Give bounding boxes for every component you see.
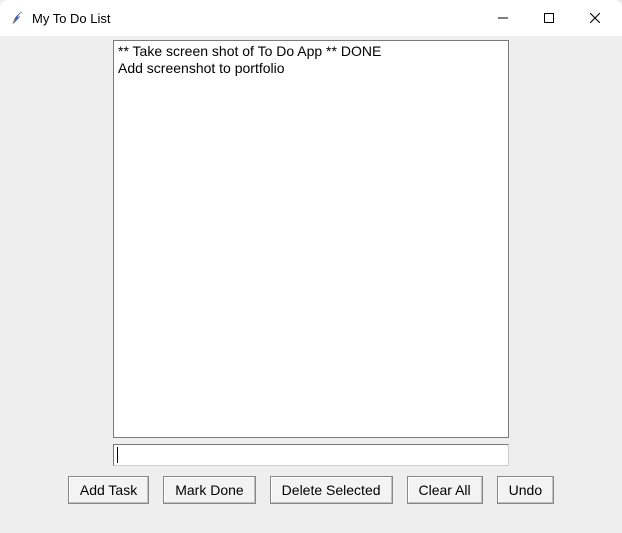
button-row: Add Task Mark Done Delete Selected Clear…: [68, 476, 554, 504]
clear-all-button[interactable]: Clear All: [407, 476, 483, 504]
text-cursor: [117, 447, 118, 463]
add-task-button[interactable]: Add Task: [68, 476, 149, 504]
close-button[interactable]: [572, 3, 618, 33]
window-title: My To Do List: [32, 11, 111, 26]
feather-icon: [10, 10, 26, 26]
app-window: My To Do List ** Take screen shot of To …: [0, 0, 622, 533]
titlebar: My To Do List: [0, 0, 622, 36]
delete-selected-button[interactable]: Delete Selected: [270, 476, 393, 504]
client-area: ** Take screen shot of To Do App ** DONE…: [0, 36, 622, 533]
maximize-button[interactable]: [526, 3, 572, 33]
task-entry[interactable]: [113, 444, 509, 466]
undo-button[interactable]: Undo: [497, 476, 554, 504]
task-listbox[interactable]: ** Take screen shot of To Do App ** DONE…: [113, 40, 509, 438]
minimize-button[interactable]: [480, 3, 526, 33]
list-item[interactable]: Add screenshot to portfolio: [118, 60, 504, 77]
mark-done-button[interactable]: Mark Done: [163, 476, 255, 504]
list-item[interactable]: ** Take screen shot of To Do App ** DONE: [118, 43, 504, 60]
